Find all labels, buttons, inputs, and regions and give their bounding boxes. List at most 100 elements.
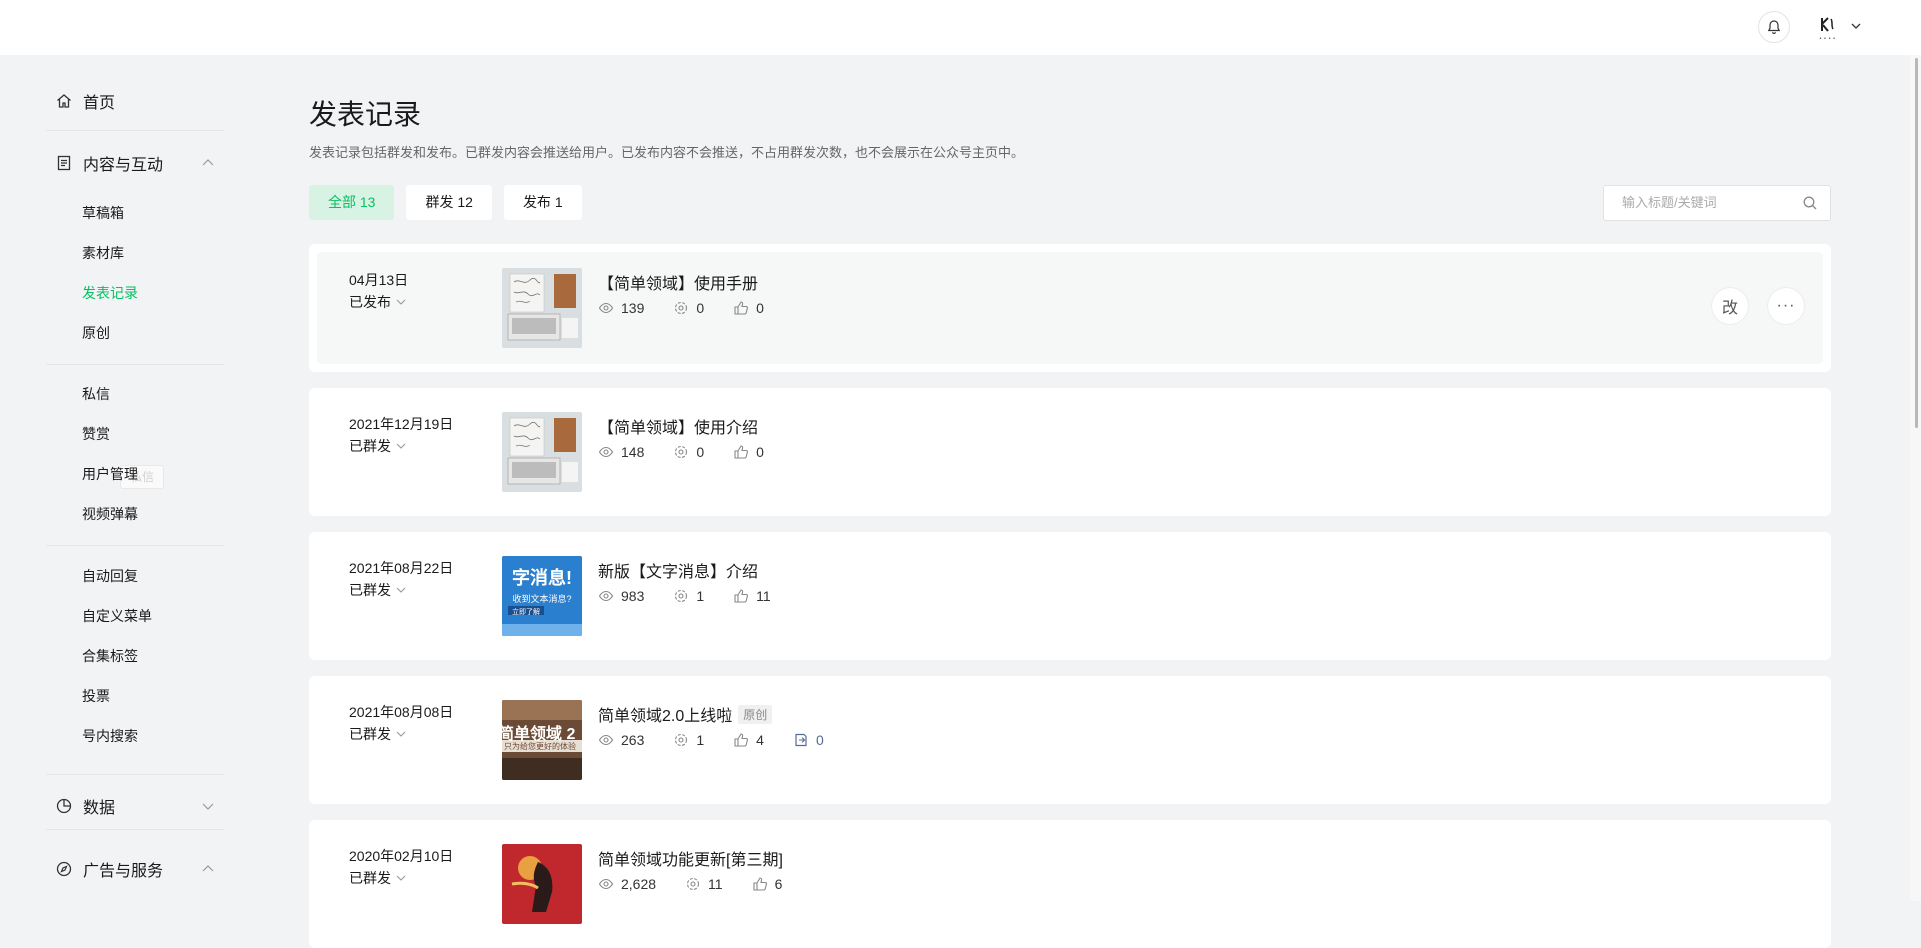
notification-button[interactable]	[1758, 11, 1790, 43]
sidebar-item-collections[interactable]: 合集标签	[82, 646, 138, 666]
thumbs-up-icon	[734, 589, 749, 603]
share-count-value: 11	[708, 876, 723, 892]
record-status[interactable]: 已群发	[349, 436, 407, 456]
record-title[interactable]: 简单领域功能更新[第三期]	[598, 846, 783, 870]
status-label: 已群发	[349, 726, 391, 742]
record-title[interactable]: 【简单领域】使用手册	[598, 270, 758, 294]
sidebar-item-publish-records[interactable]: 发表记录	[82, 283, 138, 303]
document-icon	[57, 155, 71, 171]
more-button[interactable]: ···	[1768, 288, 1804, 324]
sidebar-item-drafts[interactable]: 草稿箱	[82, 203, 124, 223]
page-title: 发表记录	[309, 99, 422, 130]
chevron-up-icon[interactable]	[200, 155, 216, 171]
record-card[interactable]: 2021年08月22日 已群发 字消息! 收到文本消息? 立即了解 新版【文字消…	[309, 532, 1831, 660]
tab-publish[interactable]: 发布 1	[503, 185, 582, 220]
share-count-value: 0	[696, 444, 705, 460]
chevron-down-icon	[396, 587, 406, 593]
share-icon	[675, 445, 688, 459]
like-count: 0	[733, 300, 764, 316]
eye-icon	[598, 302, 614, 314]
read-count: 263	[598, 732, 644, 748]
record-status[interactable]: 已发布	[349, 292, 407, 312]
record-title[interactable]: 新版【文字消息】介绍	[598, 558, 758, 582]
share-count: 11	[685, 876, 723, 892]
like-count: 0	[733, 444, 764, 460]
account-menu-button[interactable]	[1848, 18, 1864, 34]
share-icon	[686, 877, 700, 891]
record-stats: 139 0 0	[598, 300, 793, 316]
record-stats: 148 0 0	[598, 444, 793, 460]
thumb-headline: 字消息!	[512, 568, 572, 588]
record-title[interactable]: 简单领域2.0上线啦 原创	[598, 702, 773, 726]
avatar[interactable]: • • • •	[1812, 12, 1844, 44]
sidebar-item-materials[interactable]: 素材库	[82, 243, 124, 263]
record-thumbnail[interactable]: 字消息! 收到文本消息? 立即了解	[502, 556, 582, 636]
thumbs-up-icon	[734, 301, 749, 315]
record-thumbnail[interactable]	[502, 268, 582, 348]
chevron-down-icon	[1851, 23, 1861, 29]
sidebar-divider	[46, 130, 224, 131]
like-count-value: 4	[756, 732, 764, 748]
home-icon	[57, 94, 71, 108]
sidebar-section-data[interactable]: 数据	[55, 794, 115, 818]
like-count: 11	[733, 588, 771, 604]
record-date: 2021年08月22日	[349, 560, 454, 576]
compass-icon	[56, 861, 72, 877]
sidebar-item-messages[interactable]: 私信	[82, 384, 110, 404]
comment-count: 0	[793, 732, 824, 748]
sidebar-item-original[interactable]: 原创	[82, 323, 110, 343]
record-title-text: 简单领域功能更新[第三期]	[598, 852, 783, 869]
search-box	[1603, 185, 1831, 221]
record-status[interactable]: 已群发	[349, 724, 407, 744]
svg-text:• • • •: • • • •	[1819, 36, 1836, 42]
record-card[interactable]: 2021年12月19日 已群发 【简单领域】使用介绍 148 0 0	[309, 388, 1831, 516]
sidebar-item-users[interactable]: 用户管理	[82, 464, 138, 484]
sidebar-item-custom-menu[interactable]: 自定义菜单	[82, 606, 152, 626]
sidebar-item-rewards[interactable]: 赞赏	[82, 424, 110, 444]
sidebar-section-content[interactable]: 内容与互动	[55, 151, 163, 175]
tab-mass-send[interactable]: 群发 12	[406, 185, 492, 220]
eye-icon	[598, 590, 614, 602]
sidebar-item-danmaku[interactable]: 视频弹幕	[82, 504, 138, 524]
record-card[interactable]: 2020年02月10日 已群发 简单领域功能更新[第三期] 2,628 11 6	[309, 820, 1831, 948]
read-count-value: 139	[621, 300, 645, 316]
record-title[interactable]: 【简单领域】使用介绍	[598, 414, 758, 438]
record-card[interactable]: 2021年08月08日 已群发 简单领域 2 只为给您更好的体验 简单领域2.0…	[309, 676, 1831, 804]
thumbs-up-icon	[734, 733, 749, 747]
thumb-cta: 立即了解	[512, 609, 540, 616]
sidebar-section-ads[interactable]: 广告与服务	[55, 857, 163, 881]
record-date: 04月13日	[349, 272, 409, 288]
thumb-subtitle: 只为给您更好的体验	[504, 742, 576, 751]
sidebar-divider	[46, 364, 224, 365]
record-thumbnail[interactable]: 简单领域 2 只为给您更好的体验	[502, 700, 582, 780]
scrollbar-thumb[interactable]	[1915, 58, 1918, 428]
search-input[interactable]	[1620, 194, 1804, 211]
record-status[interactable]: 已群发	[349, 868, 407, 888]
chevron-up-icon[interactable]	[200, 861, 216, 877]
sidebar-section-label: 广告与服务	[83, 863, 164, 880]
comment-count-value: 0	[815, 732, 824, 748]
record-thumbnail[interactable]	[502, 844, 582, 924]
record-card[interactable]: 04月13日 已发布 【简单领域】使用手册 139 0 0 改 ···	[309, 244, 1831, 372]
record-date: 2020年02月10日	[349, 848, 454, 864]
sidebar-item-search[interactable]: 号内搜索	[82, 726, 138, 746]
share-count-value: 0	[696, 300, 705, 316]
record-status[interactable]: 已群发	[349, 580, 407, 600]
chevron-down-icon[interactable]	[200, 798, 216, 814]
sidebar-divider	[46, 774, 224, 775]
record-thumbnail[interactable]	[502, 412, 582, 492]
tab-all[interactable]: 全部 13	[309, 185, 395, 220]
sidebar-item-home[interactable]: 首页	[55, 89, 115, 113]
search-icon[interactable]	[1802, 195, 1818, 211]
record-stats: 263 1 4 0	[598, 732, 853, 748]
sidebar-item-auto-reply[interactable]: 自动回复	[82, 566, 138, 586]
page-description: 发表记录包括群发和发布。已群发内容会推送给用户。已发布内容不会推送，不占用群发次…	[309, 145, 1025, 160]
record-title-text: 【简单领域】使用介绍	[598, 420, 759, 437]
top-bar: • • • •	[0, 0, 1921, 55]
sidebar-item-label: 首页	[83, 95, 116, 112]
eye-icon	[598, 878, 614, 890]
edit-button[interactable]: 改	[1712, 288, 1748, 324]
share-count-value: 1	[696, 588, 705, 604]
pie-chart-icon	[56, 798, 72, 814]
sidebar-item-votes[interactable]: 投票	[82, 686, 110, 706]
